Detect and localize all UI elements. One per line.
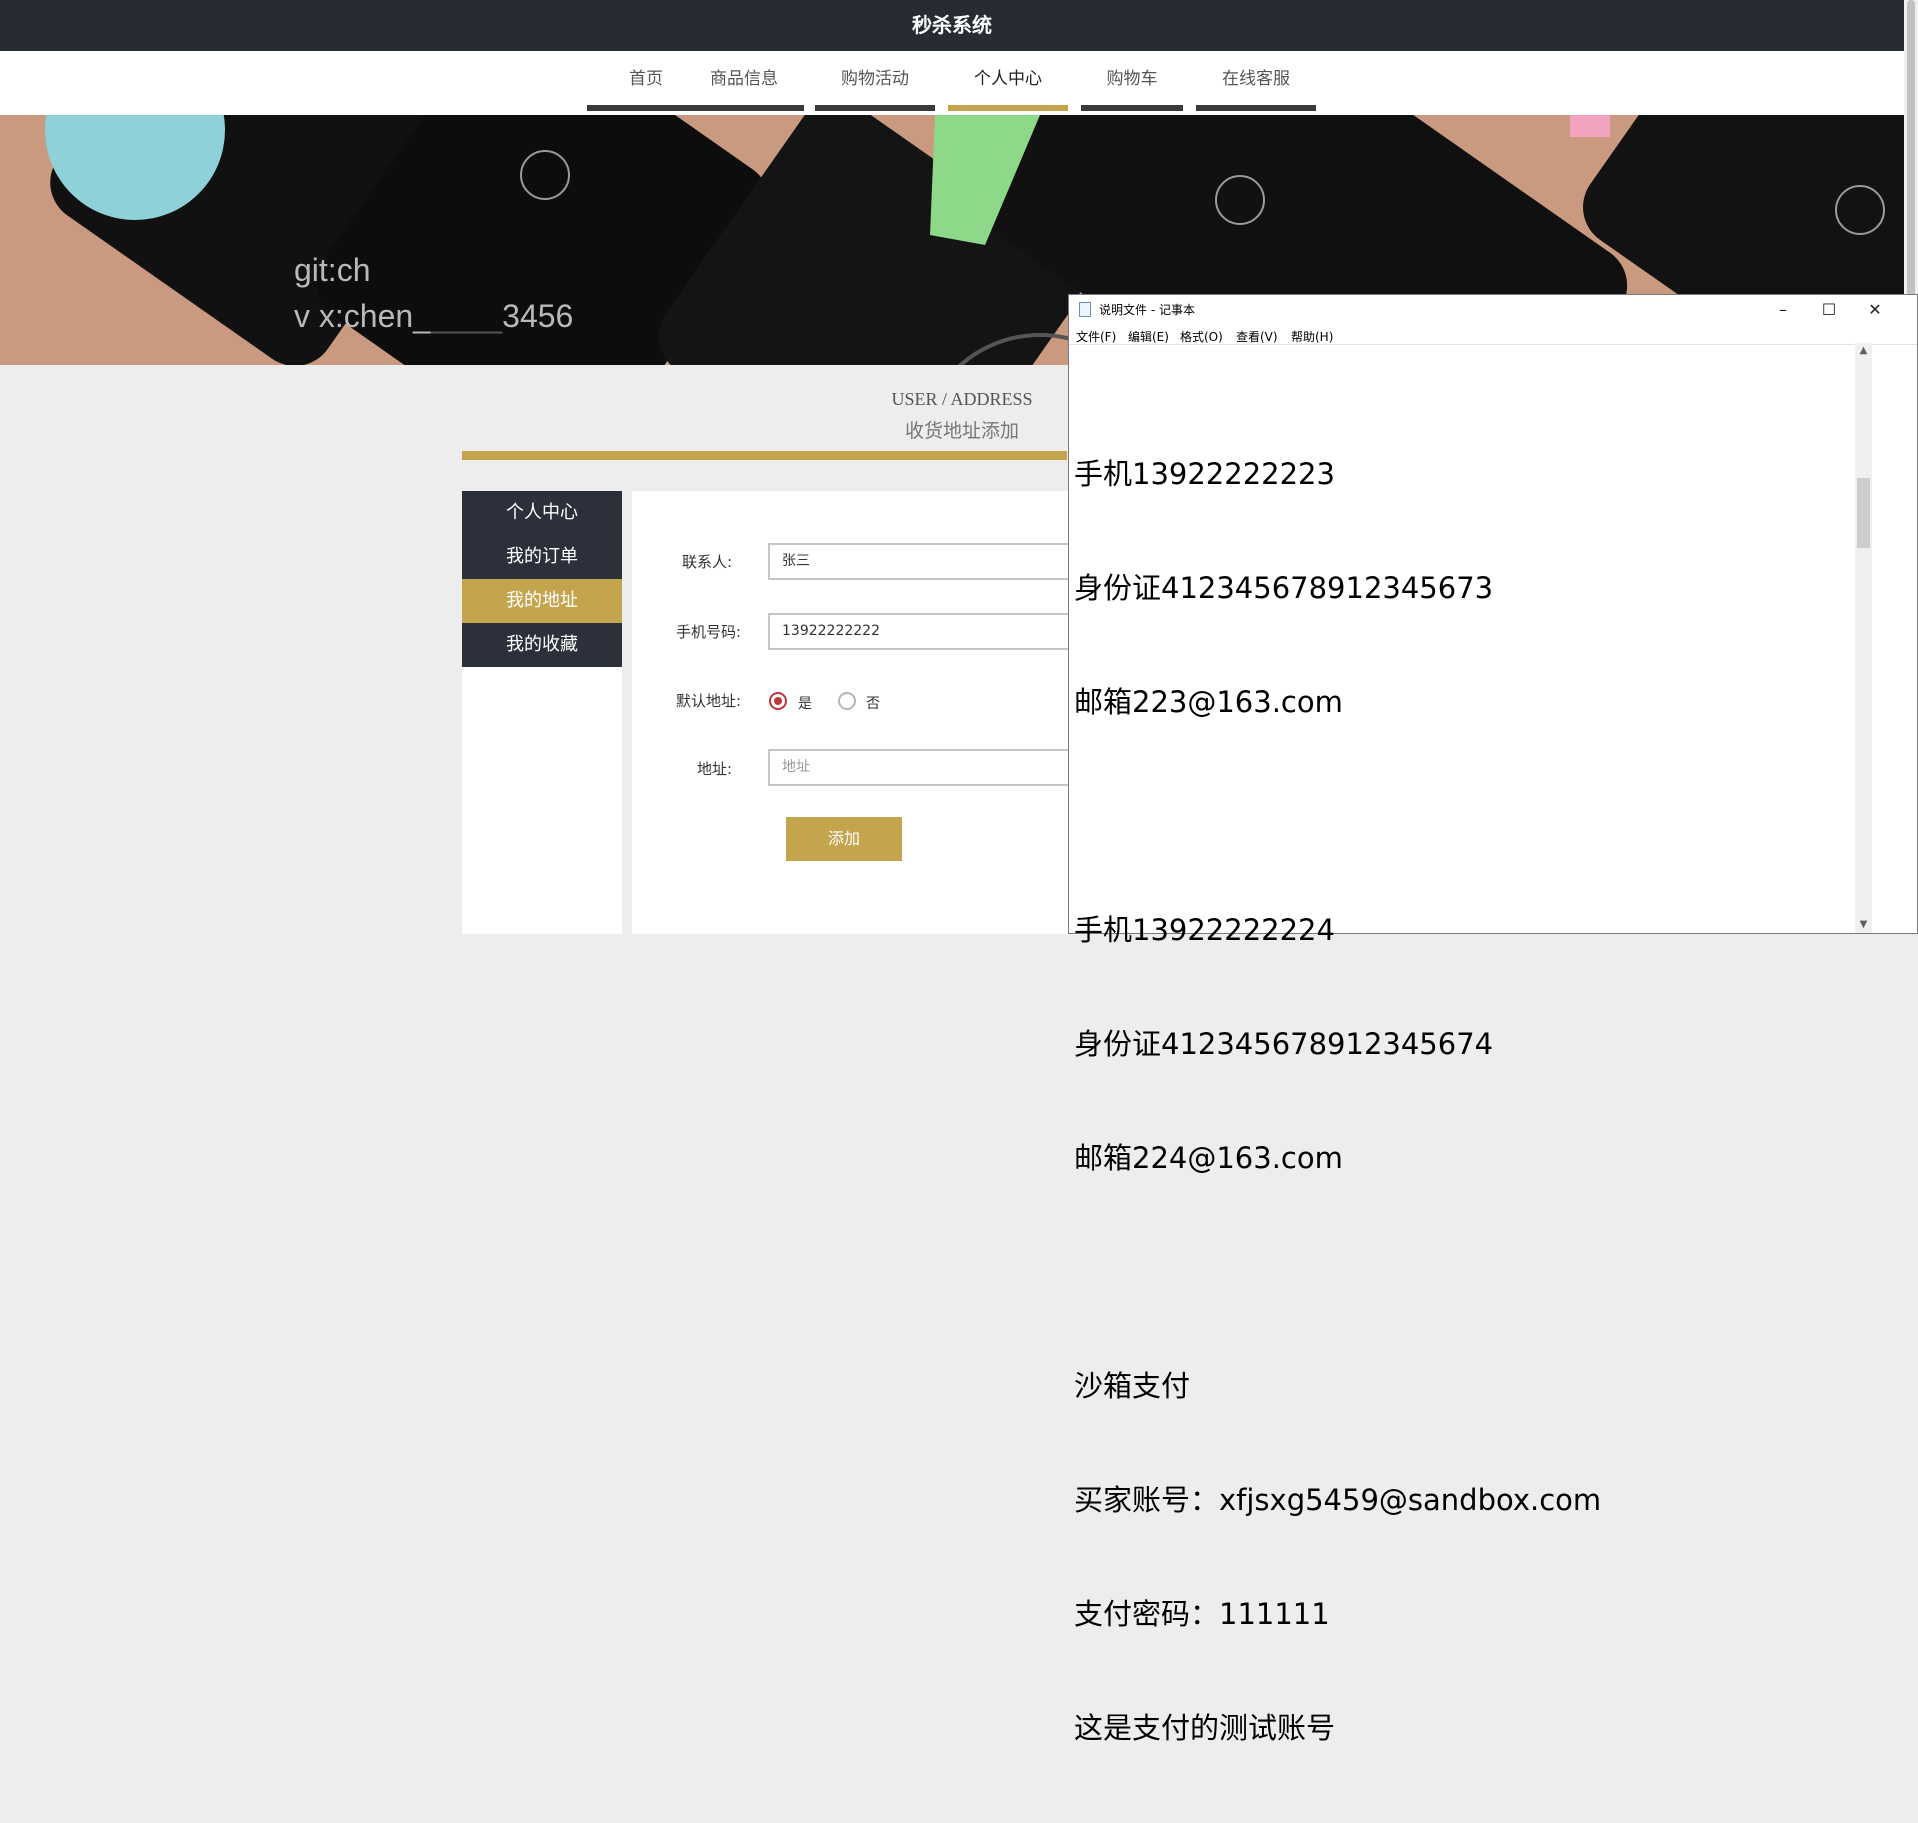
site-title: 秒杀系统 xyxy=(0,0,1904,51)
nav-support[interactable]: 在线客服 xyxy=(1196,51,1316,111)
contact-label: 联系人: xyxy=(681,553,732,571)
menu-format[interactable]: 格式(O) xyxy=(1180,328,1223,345)
text-line: 沙箱支付 xyxy=(1074,1369,1191,1403)
nav-products[interactable]: 商品信息 xyxy=(684,51,804,111)
menu-help[interactable]: 帮助(H) xyxy=(1291,328,1333,345)
notepad-document-icon xyxy=(1079,302,1091,317)
scroll-down-icon[interactable]: ▼ xyxy=(1855,919,1872,930)
menu-view[interactable]: 查看(V) xyxy=(1236,328,1278,345)
address-label: 地址: xyxy=(696,760,732,778)
section-divider xyxy=(462,451,1067,460)
close-icon[interactable]: ✕ xyxy=(1852,295,1898,325)
phone-input[interactable]: 13922222222 xyxy=(768,613,1078,650)
banner-text-wechat: v x:chen_____3456 xyxy=(294,298,574,334)
notepad-scrollbar-thumb[interactable] xyxy=(1857,478,1870,548)
notepad-window: 说明文件 - 记事本 – ☐ ✕ 文件(F) 编辑(E) 格式(O) 查看(V)… xyxy=(1068,294,1918,1745)
default-no-radio[interactable] xyxy=(838,692,856,710)
text-line: 邮箱223@163.com xyxy=(1074,685,1343,719)
minimize-icon[interactable]: – xyxy=(1760,295,1806,325)
text-line: 手机13922222224 xyxy=(1074,913,1335,947)
nav-user-center[interactable]: 个人中心 xyxy=(948,51,1068,111)
text-line: 这是支付的测试账号 xyxy=(1074,1711,1336,1745)
sidebar-item-favorites[interactable]: 我的收藏 xyxy=(462,623,622,667)
notepad-menubar: 文件(F) 编辑(E) 格式(O) 查看(V) 帮助(H) xyxy=(1069,325,1917,345)
text-line: 身份证412345678912345673 xyxy=(1074,571,1494,605)
nav-cart[interactable]: 购物车 xyxy=(1081,51,1183,111)
sidebar-item-orders[interactable]: 我的订单 xyxy=(462,535,622,579)
text-line: ​ xyxy=(1074,797,1904,835)
nav-activities[interactable]: 购物活动 xyxy=(815,51,935,111)
notepad-title: 说明文件 - 记事本 xyxy=(1099,303,1195,317)
menu-edit[interactable]: 编辑(E) xyxy=(1128,328,1169,345)
default-yes-radio[interactable] xyxy=(769,692,787,710)
address-input[interactable]: 地址 xyxy=(768,749,1078,786)
notepad-titlebar[interactable]: 说明文件 - 记事本 – ☐ ✕ xyxy=(1069,295,1917,325)
main-nav: 首页 商品信息 购物活动 个人中心 购物车 在线客服 xyxy=(0,51,1904,115)
text-line: 手机13922222223 xyxy=(1074,457,1335,491)
sidebar-item-address[interactable]: 我的地址 xyxy=(462,579,622,623)
maximize-icon[interactable]: ☐ xyxy=(1806,295,1852,325)
text-line: 邮箱224@163.com xyxy=(1074,1141,1343,1175)
text-line: 身份证412345678912345674 xyxy=(1074,1027,1494,1061)
add-button[interactable]: 添加 xyxy=(786,817,902,861)
default-no-label: 否 xyxy=(866,696,880,712)
banner-text-git: git:ch xyxy=(294,252,371,288)
phone-label: 手机号码: xyxy=(675,623,741,641)
menu-divider xyxy=(1069,344,1917,345)
user-sidebar: 个人中心 我的订单 我的地址 我的收藏 xyxy=(462,491,622,934)
contact-input[interactable]: 张三 xyxy=(768,543,1078,580)
scroll-up-icon[interactable]: ▲ xyxy=(1855,345,1872,356)
default-yes-label: 是 xyxy=(798,696,812,712)
default-address-label: 默认地址: xyxy=(675,692,741,710)
text-line: ​ xyxy=(1074,1253,1904,1291)
notepad-text-area[interactable]: 手机13922222223 身份证412345678912345673 邮箱22… xyxy=(1074,379,1904,1823)
notepad-scrollbar[interactable]: ▲ ▼ xyxy=(1855,343,1872,933)
menu-file[interactable]: 文件(F) xyxy=(1076,328,1116,345)
sidebar-item-user-center[interactable]: 个人中心 xyxy=(462,491,622,535)
text-line: 买家账号：xfjsxg5459@sandbox.com xyxy=(1074,1483,1602,1517)
text-line: 支付密码：111111 xyxy=(1074,1597,1330,1631)
